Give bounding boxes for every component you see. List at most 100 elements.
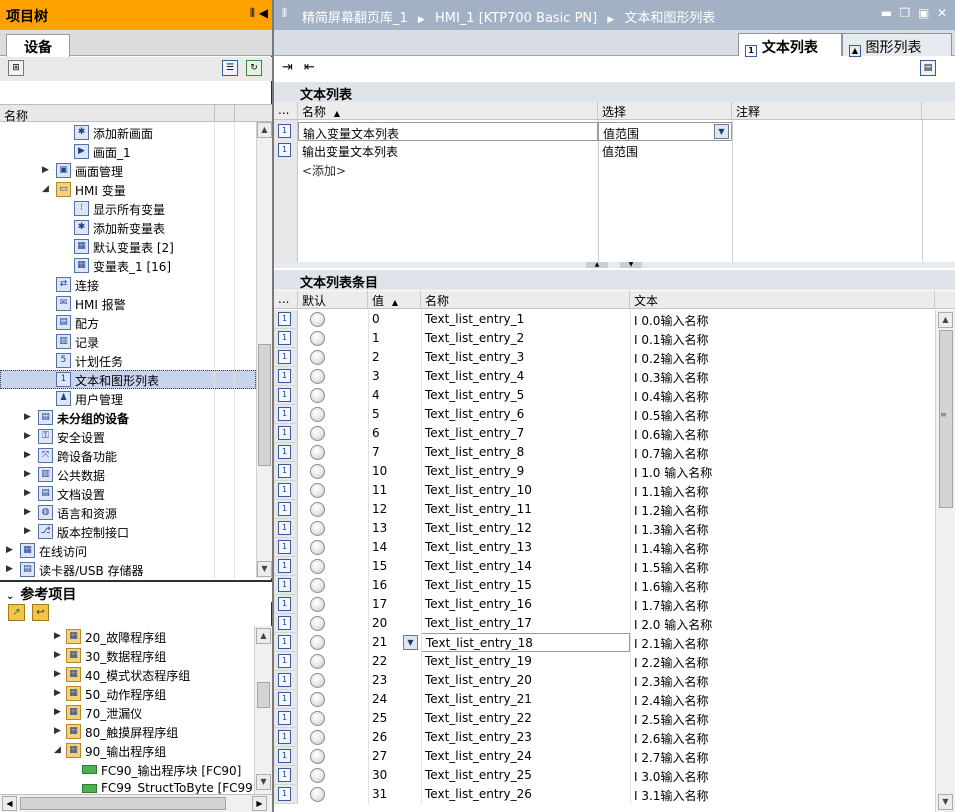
tree-item[interactable]: ▶ ⎇ 版本控制接口 (0, 522, 256, 541)
tab-devices[interactable]: 设备 (6, 34, 70, 57)
entry-name[interactable]: Text_list_entry_19 (421, 652, 630, 671)
text-list-row[interactable]: 1 输出变量文本列表 值范围 (274, 141, 935, 160)
breadcrumb-project[interactable]: 精简屏幕翻页库_1 (302, 11, 408, 26)
entry-name[interactable]: Text_list_entry_13 (421, 538, 630, 557)
tree-item[interactable]: ▦ 变量表_1 [16] (0, 256, 256, 275)
tl-header-comment[interactable]: 注释 (732, 102, 922, 120)
tree-item[interactable]: ✉ HMI 报警 (0, 294, 256, 313)
expand-arrow-icon[interactable]: ▶ (42, 164, 52, 176)
entry-value[interactable]: 17 (368, 595, 421, 614)
entry-text[interactable]: I 2.2输入名称 (630, 652, 935, 671)
entry-text[interactable]: I 2.7输入名称 (630, 747, 935, 766)
entry-row[interactable]: 1 31 Text_list_entry_26 I 3.1输入名称 (274, 785, 935, 804)
entry-text[interactable]: I 3.1输入名称 (630, 785, 935, 804)
entry-value[interactable]: 4 (368, 386, 421, 405)
import-icon[interactable]: ⇥ (282, 60, 293, 75)
default-radio[interactable] (310, 768, 325, 783)
default-radio[interactable] (310, 350, 325, 365)
entry-value[interactable]: 20 (368, 614, 421, 633)
entry-row[interactable]: 1 7 Text_list_entry_8 I 0.7输入名称 (274, 443, 935, 462)
text-list-selection[interactable]: 值范围 (598, 141, 732, 160)
default-radio[interactable] (310, 578, 325, 593)
entry-value[interactable]: 5 (368, 405, 421, 424)
breadcrumb-device[interactable]: HMI_1 [KTP700 Basic PN] (435, 11, 597, 26)
default-radio[interactable] (310, 464, 325, 479)
reference-scrollbar[interactable]: ▲ ▼ (254, 626, 272, 794)
add-text-list-button[interactable]: <添加> (298, 160, 598, 179)
entry-row[interactable]: 1 2 Text_list_entry_3 I 0.2输入名称 (274, 348, 935, 367)
entry-name[interactable]: Text_list_entry_1 (421, 310, 630, 329)
entry-row[interactable]: 1 26 Text_list_entry_23 I 2.6输入名称 (274, 728, 935, 747)
entry-text[interactable]: I 0.6输入名称 (630, 424, 935, 443)
expand-arrow-icon[interactable]: ▶ (24, 506, 34, 518)
tree-item[interactable]: ▶ ⚿ 安全设置 (0, 427, 256, 446)
default-radio[interactable] (310, 787, 325, 802)
default-radio[interactable] (310, 369, 325, 384)
entry-value[interactable]: 11 (368, 481, 421, 500)
entry-text[interactable]: I 0.7输入名称 (630, 443, 935, 462)
tree-item[interactable]: ▶ ▤ 文档设置 (0, 484, 256, 503)
entry-row[interactable]: 1 13 Text_list_entry_12 I 1.3输入名称 (274, 519, 935, 538)
reference-item[interactable]: ▶ ▦ 70_泄漏仪 (0, 703, 254, 722)
entry-header-value[interactable]: 值 ▲ (368, 291, 421, 309)
reference-item[interactable]: ▶ ▦ 40_模式状态程序组 (0, 665, 254, 684)
entry-row[interactable]: 1 22 Text_list_entry_19 I 2.2输入名称 (274, 652, 935, 671)
entry-header-name[interactable]: 名称 (421, 291, 630, 309)
entry-value[interactable]: 24 (368, 690, 421, 709)
minimize-icon[interactable]: ▬ (881, 6, 892, 20)
entry-name[interactable]: Text_list_entry_22 (421, 709, 630, 728)
overview-icon[interactable]: ☰ (222, 60, 238, 76)
default-radio[interactable] (310, 616, 325, 631)
entries-scroll-thumb[interactable] (939, 330, 953, 508)
default-radio[interactable] (310, 673, 325, 688)
default-radio[interactable] (310, 407, 325, 422)
section-splitter[interactable]: ▲ ▼ (274, 262, 955, 268)
ref-scroll-down-icon[interactable]: ▼ (256, 774, 271, 790)
device-network-icon[interactable]: ⊞ (8, 60, 24, 76)
close-icon[interactable]: ✕ (937, 6, 947, 20)
entry-value[interactable]: 23 (368, 671, 421, 690)
scroll-up-icon[interactable]: ▲ (257, 122, 272, 138)
expand-arrow-icon[interactable]: ▶ (54, 649, 64, 661)
expand-arrow-icon[interactable]: ▶ (54, 687, 64, 699)
open-reference-project-icon[interactable]: ↗ (8, 604, 25, 621)
text-list-name[interactable]: 输入变量文本列表 (298, 122, 598, 141)
entry-name[interactable]: Text_list_entry_5 (421, 386, 630, 405)
tree-item[interactable]: ◢ ▭ HMI 变量 (0, 180, 256, 199)
entry-name[interactable]: Text_list_entry_8 (421, 443, 630, 462)
tree-item[interactable]: ▶ ▤ 未分组的设备 (0, 408, 256, 427)
entry-value[interactable]: 21 (368, 633, 421, 652)
entry-text[interactable]: I 2.4输入名称 (630, 690, 935, 709)
entry-name[interactable]: Text_list_entry_20 (421, 671, 630, 690)
entry-text[interactable]: I 2.3输入名称 (630, 671, 935, 690)
expand-arrow-icon[interactable]: ▶ (24, 411, 34, 423)
entry-text[interactable]: I 2.1输入名称 (630, 633, 935, 652)
expand-arrow-icon[interactable]: ▶ (54, 706, 64, 718)
splitter-down-icon[interactable]: ▼ (620, 262, 642, 268)
name-column-header[interactable]: 名称 (4, 109, 28, 123)
tree-item[interactable]: ♟ 用户管理 (0, 389, 256, 408)
expand-arrow-icon[interactable]: ▶ (54, 668, 64, 680)
default-radio[interactable] (310, 540, 325, 555)
entry-text[interactable]: I 0.0输入名称 (630, 310, 935, 329)
tree-scrollbar[interactable]: ▲ ▼ (256, 122, 272, 578)
restore-icon[interactable]: ❐ (900, 6, 911, 20)
entry-name[interactable]: Text_list_entry_2 (421, 329, 630, 348)
entry-row[interactable]: 1 20 Text_list_entry_17 I 2.0 输入名称 (274, 614, 935, 633)
entry-text[interactable]: I 2.5输入名称 (630, 709, 935, 728)
entry-name[interactable]: Text_list_entry_6 (421, 405, 630, 424)
scroll-down-icon[interactable]: ▼ (257, 561, 272, 577)
entries-scroll-up-icon[interactable]: ▲ (938, 312, 953, 328)
expand-arrow-icon[interactable]: ▶ (24, 468, 34, 480)
chevron-down-icon[interactable]: ⌄ (6, 591, 14, 602)
ref-scroll-up-icon[interactable]: ▲ (256, 628, 271, 644)
entry-row[interactable]: 1 12 Text_list_entry_11 I 1.2输入名称 (274, 500, 935, 519)
entry-row[interactable]: 1 24 Text_list_entry_21 I 2.4输入名称 (274, 690, 935, 709)
scroll-right-icon[interactable]: ▶ (252, 796, 267, 811)
tree-item[interactable]: ▤ 配方 (0, 313, 256, 332)
entry-text[interactable]: I 1.7输入名称 (630, 595, 935, 614)
entry-text[interactable]: I 2.6输入名称 (630, 728, 935, 747)
entry-row[interactable]: 1 30 Text_list_entry_25 I 3.0输入名称 (274, 766, 935, 785)
reference-item[interactable]: ▶ ▦ 50_动作程序组 (0, 684, 254, 703)
default-radio[interactable] (310, 711, 325, 726)
